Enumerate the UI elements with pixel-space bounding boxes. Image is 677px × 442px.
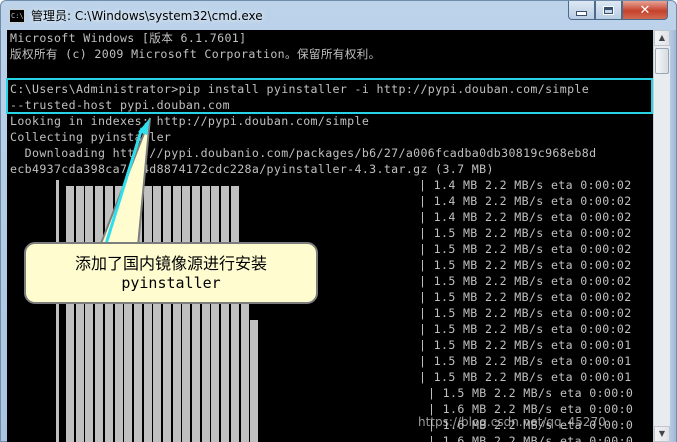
watermark-text: https://blog.csdn.net/qq_45270 bbox=[418, 415, 606, 429]
callout-text-line1: 添加了国内镜像源进行安装 bbox=[74, 254, 267, 273]
annotation-callout: 添加了国内镜像源进行安装 pyinstaller bbox=[24, 242, 318, 304]
callout-text-line2: pyinstaller bbox=[121, 274, 221, 292]
callout-pointer bbox=[98, 117, 151, 247]
